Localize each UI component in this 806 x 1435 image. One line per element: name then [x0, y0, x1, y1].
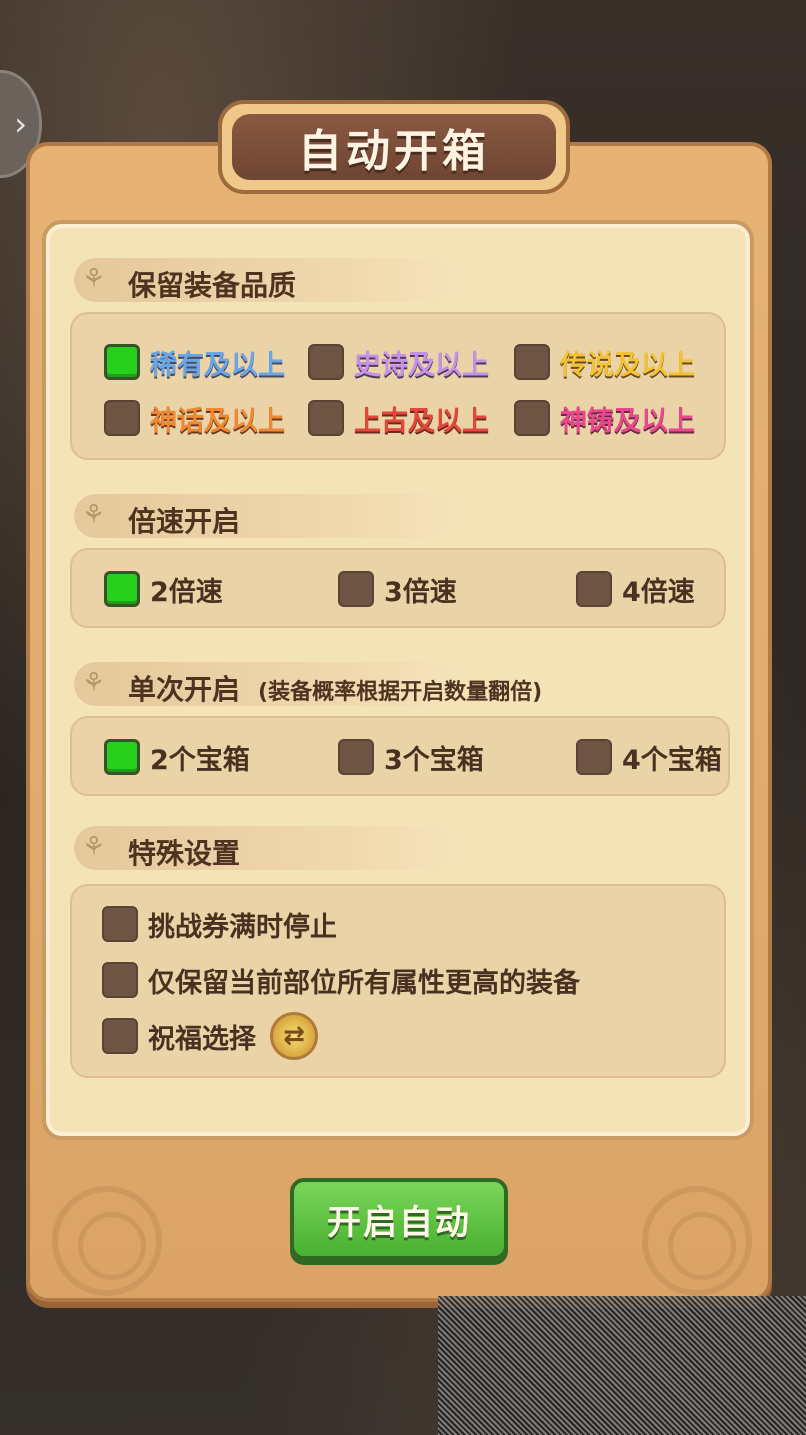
- section-header-speed: ⚘ 倍速开启: [74, 494, 454, 538]
- swirl-ornament-icon: [52, 1186, 162, 1296]
- leaf-icon: ⚘: [82, 264, 106, 294]
- special-options-box: 挑战券满时停止 仅保留当前部位所有属性更高的装备 祝福选择 ⇄: [70, 884, 726, 1078]
- section-header-single: ⚘ 单次开启 (装备概率根据开启数量翻倍): [74, 662, 542, 706]
- checkbox[interactable]: [576, 571, 612, 607]
- option-quality-legend[interactable]: 传说及以上: [514, 342, 695, 382]
- checkbox[interactable]: [338, 571, 374, 607]
- swirl-ornament-icon: [642, 1186, 752, 1296]
- checkbox[interactable]: [308, 400, 344, 436]
- checkbox[interactable]: [102, 1018, 138, 1054]
- checkbox[interactable]: [102, 906, 138, 942]
- checkbox[interactable]: [104, 400, 140, 436]
- pixelated-region: [438, 1296, 806, 1435]
- option-speed-3x[interactable]: 3倍速: [338, 569, 457, 609]
- checkbox[interactable]: [104, 344, 140, 380]
- leaf-icon: ⚘: [82, 832, 106, 862]
- start-auto-button[interactable]: 开启自动: [290, 1178, 508, 1260]
- option-quality-myth[interactable]: 神话及以上: [104, 398, 285, 438]
- option-chest-4[interactable]: 4个宝箱: [576, 737, 722, 777]
- checkbox[interactable]: [102, 962, 138, 998]
- checkbox[interactable]: [514, 344, 550, 380]
- checkbox[interactable]: [514, 400, 550, 436]
- dialog-title: 自动开箱: [298, 126, 490, 177]
- option-speed-4x[interactable]: 4倍速: [576, 569, 695, 609]
- leaf-icon: ⚘: [82, 500, 106, 530]
- section-header-special: ⚘ 特殊设置: [74, 826, 454, 870]
- option-chest-3[interactable]: 3个宝箱: [338, 737, 484, 777]
- option-quality-forged[interactable]: 神铸及以上: [514, 398, 695, 438]
- option-quality-epic[interactable]: 史诗及以上: [308, 342, 489, 382]
- checkbox[interactable]: [308, 344, 344, 380]
- option-quality-ancient[interactable]: 上古及以上: [308, 398, 489, 438]
- checkbox[interactable]: [104, 571, 140, 607]
- swap-icon[interactable]: ⇄: [270, 1012, 318, 1060]
- checkbox[interactable]: [104, 739, 140, 775]
- section-note: (装备概率根据开启数量翻倍): [258, 680, 543, 705]
- option-quality-rare[interactable]: 稀有及以上: [104, 342, 285, 382]
- option-keep-better-gear-only[interactable]: 仅保留当前部位所有属性更高的装备: [102, 960, 580, 1000]
- title-plate: 自动开箱: [218, 100, 570, 194]
- chevron-right-icon: ›: [14, 105, 27, 143]
- quality-options-box: 稀有及以上 史诗及以上 传说及以上 神话及以上 上古及以上 神铸及以上: [70, 312, 726, 460]
- option-stop-when-tickets-full[interactable]: 挑战券满时停止: [102, 904, 337, 944]
- option-chest-2[interactable]: 2个宝箱: [104, 737, 250, 777]
- checkbox[interactable]: [576, 739, 612, 775]
- speed-options-box: 2倍速 3倍速 4倍速: [70, 548, 726, 628]
- section-header-quality: ⚘ 保留装备品质: [74, 258, 454, 302]
- checkbox[interactable]: [338, 739, 374, 775]
- option-blessing-select[interactable]: 祝福选择 ⇄: [102, 1012, 318, 1060]
- chest-count-options-box: 2个宝箱 3个宝箱 4个宝箱: [70, 716, 730, 796]
- option-speed-2x[interactable]: 2倍速: [104, 569, 223, 609]
- leaf-icon: ⚘: [82, 668, 106, 698]
